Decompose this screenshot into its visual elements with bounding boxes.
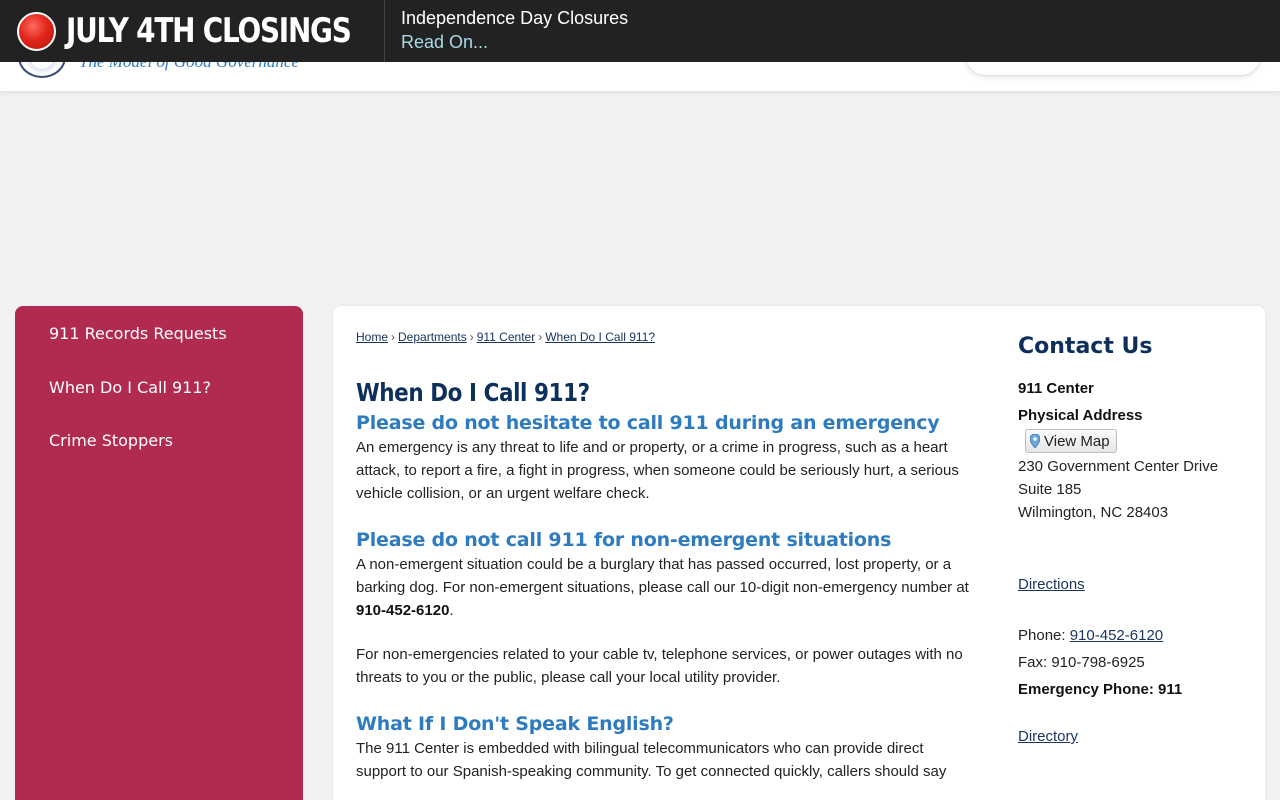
breadcrumb-home[interactable]: Home <box>356 330 388 344</box>
alert-message: Independence Day Closures Read On... <box>385 0 628 62</box>
alert-read-on-link[interactable]: Read On... <box>401 29 628 55</box>
non-emergency-number: 910-452-6120 <box>356 602 450 619</box>
sidebar-item-crime-stoppers[interactable]: Crime Stoppers <box>15 427 303 481</box>
breadcrumb-departments[interactable]: Departments <box>398 330 467 344</box>
view-map-row: View Map <box>1018 429 1248 455</box>
view-map-label: View Map <box>1044 432 1110 450</box>
breadcrumb-current-page[interactable]: When Do I Call 911? <box>545 330 655 344</box>
directory-link[interactable]: Directory <box>1018 728 1078 745</box>
page-title: When Do I Call 911? <box>356 378 590 407</box>
address-line-2: Suite 185 <box>1018 481 1082 498</box>
contact-address-label: Physical Address <box>1018 407 1143 424</box>
phone-link[interactable]: 910-452-6120 <box>1070 627 1163 644</box>
fax-number: 910-798-6925 <box>1051 654 1145 671</box>
section-heading-emergency: Please do not hesitate to call 911 durin… <box>356 412 940 434</box>
map-pin-icon <box>1030 434 1040 448</box>
sidebar-item-911-records-requests[interactable]: 911 Records Requests <box>15 320 303 374</box>
alert-dot-icon <box>17 11 56 51</box>
alert-bar: JULY 4TH CLOSINGS Independence Day Closu… <box>0 0 1280 62</box>
breadcrumb-separator: › <box>538 330 543 344</box>
sidebar-item-when-do-i-call-911[interactable]: When Do I Call 911? <box>15 374 303 428</box>
section-text-non-emergent: A non-emergent situation could be a burg… <box>356 556 969 619</box>
contact-org: 911 Center <box>1018 380 1094 397</box>
address-line-3: Wilmington, NC 28403 <box>1018 504 1169 521</box>
section-heading-english: What If I Don't Speak English? <box>356 713 674 735</box>
emergency-phone: Emergency Phone: 911 <box>1018 681 1183 698</box>
contact-fax-row: Fax: 910-798-6925 <box>1018 654 1145 671</box>
address-line-1: 230 Government Center Drive <box>1018 458 1219 475</box>
view-map-button[interactable]: View Map <box>1025 429 1117 453</box>
breadcrumb-separator: › <box>391 330 396 344</box>
alert-title: JULY 4TH CLOSINGS <box>66 11 352 51</box>
breadcrumb: Home › Departments › 911 Center › When Do I Ca… <box>356 330 976 350</box>
contact-us-panel: Contact Us 911 Center Physical Address V… <box>1018 330 1248 748</box>
sidebar-nav: 911 Records Requests When Do I Call 911?… <box>15 306 303 800</box>
directions-link[interactable]: Directions <box>1018 576 1085 593</box>
alert-label: JULY 4TH CLOSINGS <box>0 0 385 62</box>
contact-phone-row: Phone: 910-452-6120 <box>1018 627 1164 644</box>
alert-heading: Independence Day Closures <box>401 8 629 28</box>
contact-title: Contact Us <box>1018 334 1153 359</box>
section-text-emergency: An emergency is any threat to life and o… <box>356 439 959 502</box>
main-content-card: Home › Departments › 911 Center › When Do I Ca… <box>333 306 1265 800</box>
section-text-english: The 911 Center is embedded with bilingua… <box>356 740 947 780</box>
breadcrumb-separator: › <box>469 330 474 344</box>
breadcrumb-911-center[interactable]: 911 Center <box>477 330 535 344</box>
section-text-utility: For non-emergencies related to your cabl… <box>356 646 963 686</box>
article: Home › Departments › 911 Center › When Do I Ca… <box>356 330 976 783</box>
section-heading-non-emergent: Please do not call 911 for non-emergent … <box>356 529 892 551</box>
